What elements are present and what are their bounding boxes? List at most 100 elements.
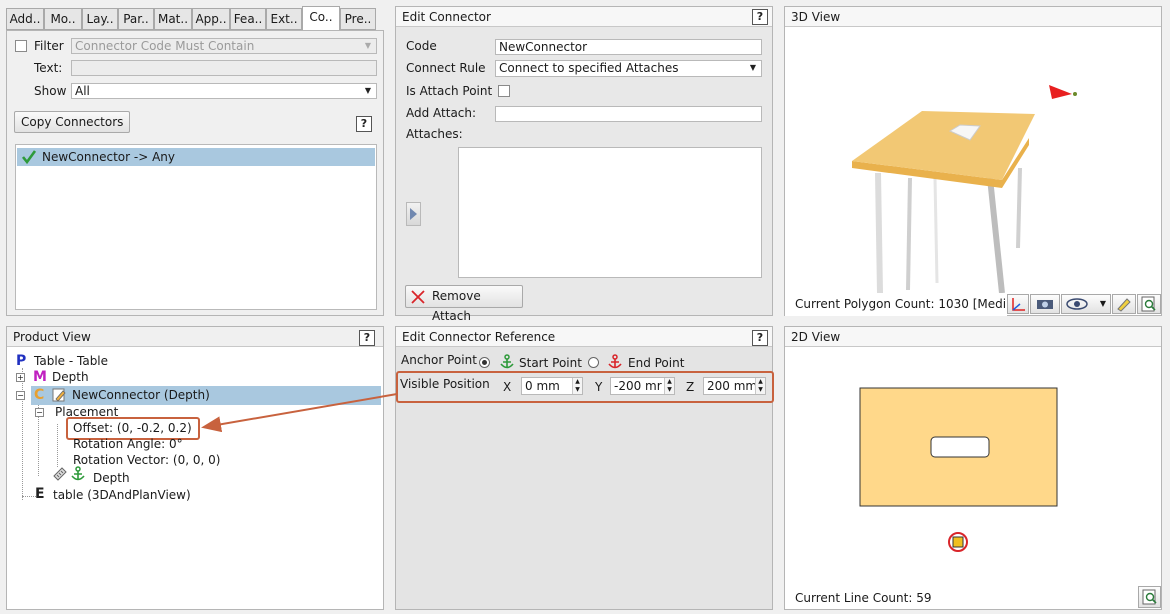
connect-rule-label: Connect Rule [406, 61, 486, 75]
show-label: Show [34, 84, 67, 98]
list-item[interactable]: NewConnector -> Any [17, 148, 375, 166]
product-view-panel: Product View ? P Table - Table + M Depth… [6, 326, 384, 610]
stepper-arrows[interactable]: ▲ ▼ [664, 378, 674, 394]
attaches-label: Attaches: [406, 127, 463, 141]
show-select[interactable]: All ▼ [71, 83, 377, 99]
tree-node-depth[interactable]: Depth [52, 370, 89, 384]
connect-rule-select[interactable]: Connect to specified Attaches ▼ [495, 60, 762, 77]
highlight-button[interactable] [1112, 294, 1136, 314]
y-value: -200 mr [614, 379, 662, 393]
tab-extensions[interactable]: Ext.. [266, 8, 302, 30]
filter-input[interactable]: Connector Code Must Contain ▼ [71, 38, 377, 54]
view-2d-panel: 2D View Current Line Count: 59 [784, 326, 1162, 610]
tree-node-rotation-angle[interactable]: Rotation Angle: 0° [73, 437, 183, 451]
tree-node-table-view[interactable]: table (3DAndPlanView) [53, 488, 191, 502]
chevron-down-icon: ▼ [749, 63, 757, 72]
line-count: Current Line Count: 59 [795, 591, 932, 605]
chevron-down-icon: ▼ [1099, 299, 1106, 308]
list-item-label: NewConnector -> Any [42, 150, 175, 164]
tab-mo[interactable]: Mo.. [44, 8, 82, 30]
attach-point-checkbox[interactable] [498, 85, 510, 97]
remove-x-icon [411, 290, 425, 304]
start-point-radio[interactable] [479, 357, 490, 368]
view-3d-panel: 3D View Current Polygon Count: 1030 [Med… [784, 6, 1162, 316]
view-toolbar: ▼ [1007, 294, 1161, 316]
show-value: All [75, 84, 90, 98]
zoom-fit-button[interactable] [1138, 586, 1161, 608]
tree-node-rotation-vector[interactable]: Rotation Vector: (0, 0, 0) [73, 453, 220, 467]
chevron-down-icon: ▼ [364, 41, 372, 50]
panel-title: Edit Connector [396, 7, 772, 27]
filter-placeholder: Connector Code Must Contain [75, 39, 255, 53]
copy-connectors-button[interactable]: Copy Connectors [14, 111, 131, 133]
axes-button[interactable] [1007, 294, 1029, 314]
anchor-icon [71, 466, 85, 481]
end-point-radio[interactable] [588, 357, 599, 368]
stepper-arrows[interactable]: ▲ ▼ [755, 378, 765, 394]
tab-preview[interactable]: Pre.. [340, 8, 376, 30]
collapse-minus-icon[interactable]: − [16, 391, 25, 400]
zoom-fit-icon [1142, 589, 1157, 605]
edit-connector-panel: Edit Connector ? Code NewConnector Conne… [395, 6, 773, 323]
zoom-fit-icon [1141, 296, 1156, 312]
visibility-button[interactable]: ▼ [1061, 294, 1111, 314]
camera-icon [1037, 300, 1053, 309]
remove-attach-button[interactable]: Remove Attach [405, 285, 523, 323]
help-button[interactable]: ? [752, 330, 768, 346]
product-tree[interactable]: P Table - Table + M Depth − C NewConnect… [7, 348, 383, 609]
stepper-arrows[interactable]: ▲ ▼ [572, 378, 582, 394]
attach-point-label: Is Attach Point [406, 84, 493, 98]
z-value: 200 mm [707, 379, 758, 393]
polygon-count: Current Polygon Count: 1030 [Mediu [795, 297, 1014, 311]
add-attach-input[interactable] [495, 106, 762, 122]
tree-node-offset[interactable]: Offset: (0, -0.2, 0.2) [73, 421, 192, 435]
y-input[interactable]: -200 mr ▲ ▼ [610, 377, 675, 395]
collapse-minus-icon[interactable]: − [35, 408, 44, 417]
panel-title: 2D View [785, 327, 1161, 347]
highlighter-icon [1117, 298, 1131, 312]
tree-node-new-connector[interactable]: NewConnector (Depth) [72, 388, 210, 402]
text-input[interactable] [71, 60, 377, 76]
eye-icon [1066, 298, 1088, 310]
anchor-icon [608, 354, 622, 369]
x-input[interactable]: 0 mm ▲ ▼ [521, 377, 583, 395]
z-label: Z [686, 380, 695, 394]
tab-layout[interactable]: Lay.. [82, 8, 118, 30]
table-3d-viewport[interactable] [785, 28, 1161, 293]
end-point-label: End Point [628, 356, 685, 370]
code-label: Code [406, 39, 437, 53]
help-button[interactable]: ? [359, 330, 375, 346]
tab-connectors[interactable]: Co.. [302, 6, 340, 31]
table-2d-viewport[interactable] [785, 348, 1161, 588]
tab-materials[interactable]: Mat.. [154, 8, 192, 30]
filter-checkbox[interactable] [15, 40, 27, 52]
tape-icon [53, 467, 67, 481]
tab-add[interactable]: Add.. [6, 8, 44, 30]
tab-appearance[interactable]: App.. [192, 8, 230, 30]
zoom-fit-button[interactable] [1137, 294, 1161, 314]
connector-list[interactable]: NewConnector -> Any [15, 144, 377, 310]
anchor-icon [500, 354, 514, 369]
connect-rule-value: Connect to specified Attaches [499, 61, 679, 75]
attaches-list[interactable] [458, 147, 762, 278]
tab-features[interactable]: Fea.. [230, 8, 266, 30]
panel-title: Product View [7, 327, 383, 347]
remove-attach-label: Remove Attach [432, 289, 481, 323]
tree-node-depth-anchor[interactable]: Depth [93, 471, 130, 485]
help-button[interactable]: ? [752, 9, 768, 25]
x-value: 0 mm [525, 379, 560, 393]
tree-glyph-c: C [34, 387, 45, 403]
expand-plus-icon[interactable]: + [16, 373, 25, 382]
tree-glyph-m: M [33, 369, 47, 385]
tab-parameters[interactable]: Par.. [118, 8, 154, 30]
help-button[interactable]: ? [356, 116, 372, 132]
z-input[interactable]: 200 mm ▲ ▼ [703, 377, 766, 395]
tree-node-table[interactable]: Table - Table [34, 354, 108, 368]
chevron-down-icon: ▼ [364, 86, 372, 95]
anchor-point-label: Anchor Point [401, 353, 477, 367]
checkmark-icon [21, 150, 37, 165]
camera-button[interactable] [1030, 294, 1060, 314]
expand-arrow-button[interactable] [406, 202, 421, 226]
code-input[interactable]: NewConnector [495, 39, 762, 55]
text-label: Text: [34, 61, 63, 75]
